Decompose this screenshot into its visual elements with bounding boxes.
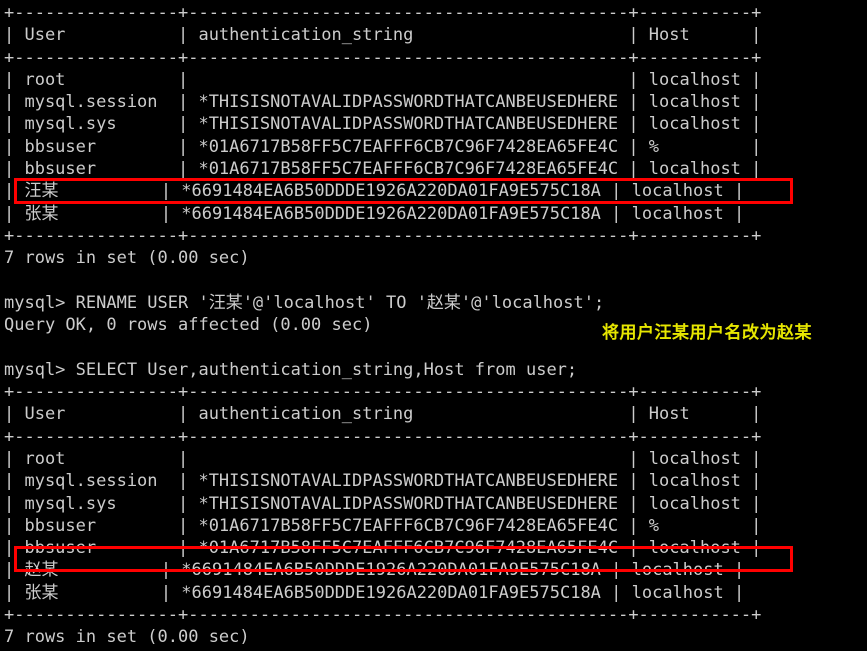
terminal-window[interactable]: +----------------+----------------------…	[0, 0, 867, 651]
table-separator-top-after: +----------------+----------------------…	[4, 382, 762, 403]
table-separator-bottom-after: +----------------+----------------------…	[4, 605, 762, 626]
table-header-row-before: | User | authentication_string | Host |	[4, 25, 762, 46]
table-separator-header-before: +----------------+----------------------…	[4, 47, 762, 68]
table-row-zhaomou: | 赵某 | *6691484EA6B50DDDE1926A220DA01FA9…	[4, 560, 745, 581]
row-count-before: 7 rows in set (0.00 sec)	[4, 248, 250, 269]
table-row: | mysql.session | *THISISNOTAVALIDPASSWO…	[4, 471, 762, 492]
table-row: | mysql.sys | *THISISNOTAVALIDPASSWORDTH…	[4, 114, 762, 135]
command-select-user: mysql> SELECT User,authentication_string…	[4, 359, 578, 380]
table-row: | bbsuser | *01A6717B58FF5C7EAFFF6CB7C96…	[4, 136, 762, 157]
table-row: | 张某 | *6691484EA6B50DDDE1926A220DA01FA9…	[4, 582, 745, 603]
table-row: | bbsuser | *01A6717B58FF5C7EAFFF6CB7C96…	[4, 515, 762, 536]
command-rename-user: mysql> RENAME USER '汪某'@'localhost' TO '…	[4, 292, 605, 313]
table-separator-header-after: +----------------+----------------------…	[4, 426, 762, 447]
table-row-wangmou: | 汪某 | *6691484EA6B50DDDE1926A220DA01FA9…	[4, 181, 745, 202]
table-header-row-after: | User | authentication_string | Host |	[4, 404, 762, 425]
table-row: | bbsuser | *01A6717B58FF5C7EAFFF6CB7C96…	[4, 538, 762, 559]
row-count-after: 7 rows in set (0.00 sec)	[4, 627, 250, 648]
table-row: | mysql.sys | *THISISNOTAVALIDPASSWORDTH…	[4, 493, 762, 514]
table-row: | bbsuser | *01A6717B58FF5C7EAFFF6CB7C96…	[4, 159, 762, 180]
annotation-rename-note: 将用户汪某用户名改为赵某	[602, 323, 812, 343]
table-separator-top-before: +----------------+----------------------…	[4, 3, 762, 23]
table-row: | root | | localhost |	[4, 448, 762, 469]
table-row: | 张某 | *6691484EA6B50DDDE1926A220DA01FA9…	[4, 203, 745, 224]
table-row: | root | | localhost |	[4, 69, 762, 90]
table-row: | mysql.session | *THISISNOTAVALIDPASSWO…	[4, 92, 762, 113]
table-separator-bottom-before: +----------------+----------------------…	[4, 225, 762, 246]
